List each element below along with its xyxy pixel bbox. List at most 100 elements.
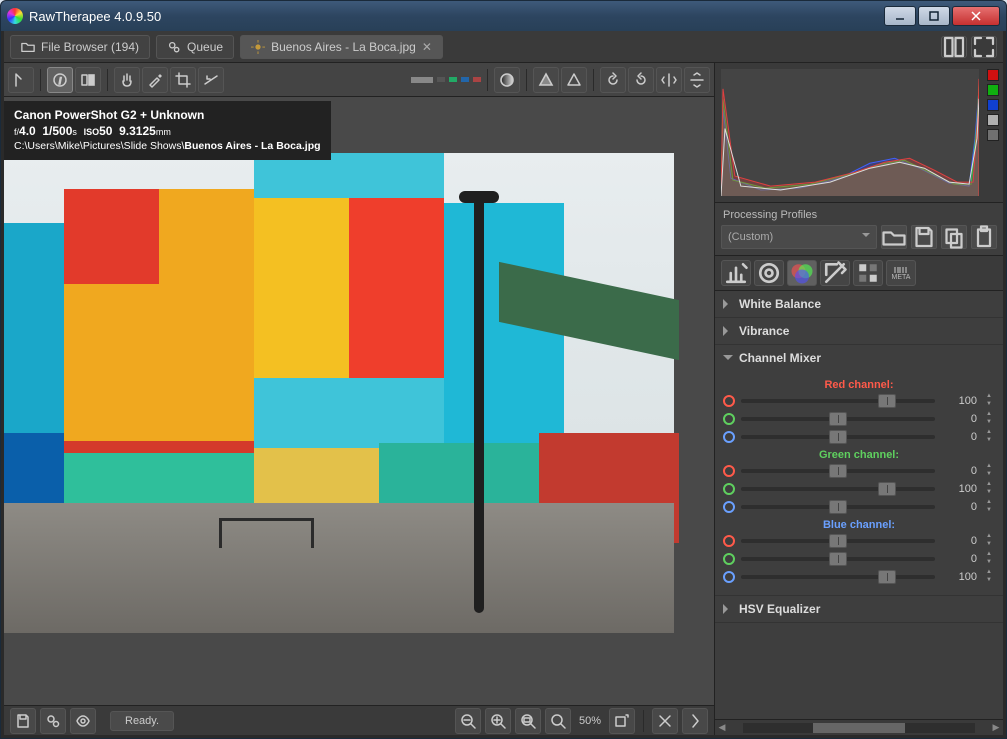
slider-green-g[interactable] [741,487,935,491]
histo-toggle-red[interactable] [987,69,999,81]
flip-h-button[interactable] [656,67,682,93]
panel-white-balance[interactable]: White Balance [715,291,1003,317]
scroll-left-icon[interactable]: ◀ [715,722,729,733]
stepper-blue-b[interactable]: ▲▼ [983,569,995,585]
picker-tool[interactable] [142,67,168,93]
titlebar[interactable]: RawTherapee 4.0.9.50 [1,1,1006,31]
background-picker[interactable] [411,77,481,83]
stepper-red-r[interactable]: ▲▼ [983,393,995,409]
slider-red-b[interactable] [741,435,935,439]
camera-model: Canon PowerShot G2 + Unknown [14,108,204,122]
profile-paste-button[interactable] [971,225,997,249]
reset-blue-b[interactable] [723,571,735,583]
slider-red-g[interactable] [741,417,935,421]
tab-detail[interactable] [754,260,784,286]
close-window-button[interactable] [952,6,1000,26]
histo-toggle-luma[interactable] [987,114,999,126]
tab-file-browser[interactable]: File Browser (194) [10,35,150,59]
main-tabbar: File Browser (194) Queue Buenos Aires - … [4,31,1003,63]
sun-icon [251,40,265,54]
info-button[interactable]: i [47,67,73,93]
tab-file-browser-label: File Browser (194) [41,40,139,54]
canvas-area[interactable]: Canon PowerShot G2 + Unknown f/4.0 1/500… [4,97,714,705]
highlight-clip-button[interactable] [561,67,587,93]
profile-select[interactable]: (Custom) [721,225,877,249]
straighten-tool[interactable] [198,67,224,93]
stepper-green-g[interactable]: ▲▼ [983,481,995,497]
toggle-right-panel-button[interactable] [682,708,708,734]
histo-toggle-blue[interactable] [987,99,999,111]
slider-red-r[interactable] [741,399,935,403]
value-red-g: 0 [941,413,977,425]
new-detail-button[interactable] [609,708,635,734]
shadow-clip-button[interactable] [533,67,559,93]
reset-red-b[interactable] [723,431,735,443]
tab-transform[interactable] [820,260,850,286]
value-red-b: 0 [941,431,977,443]
stepper-blue-r[interactable]: ▲▼ [983,533,995,549]
tab-image[interactable]: Buenos Aires - La Boca.jpg ✕ [240,35,443,59]
before-after-button[interactable] [75,67,101,93]
profile-load-button[interactable] [881,225,907,249]
histo-toggle-green[interactable] [987,84,999,96]
window-title: RawTherapee 4.0.9.50 [29,9,161,24]
value-blue-b: 100 [941,571,977,583]
reset-blue-r[interactable] [723,535,735,547]
maximize-button[interactable] [918,6,950,26]
rotate-left-button[interactable] [600,67,626,93]
stepper-red-b[interactable]: ▲▼ [983,429,995,445]
tab-exposure[interactable] [721,260,751,286]
save-button[interactable] [10,708,36,734]
crop-tool[interactable] [170,67,196,93]
reset-green-g[interactable] [723,483,735,495]
slider-blue-r[interactable] [741,539,935,543]
slider-blue-b[interactable] [741,575,935,579]
arrow-tool[interactable] [8,67,34,93]
profile-copy-button[interactable] [941,225,967,249]
external-editor-button[interactable] [70,708,96,734]
reset-green-b[interactable] [723,501,735,513]
zoom-100-button[interactable] [545,708,571,734]
panels-toggle-button[interactable] [941,36,967,58]
hand-tool[interactable] [114,67,140,93]
histo-toggle-raw[interactable] [987,129,999,141]
zoom-out-button[interactable] [455,708,481,734]
rotate-right-button[interactable] [628,67,654,93]
reset-red-r[interactable] [723,395,735,407]
toggle-left-panel-button[interactable] [652,708,678,734]
histogram[interactable] [715,63,1003,203]
tab-metadata[interactable]: META [886,260,916,286]
queue-add-button[interactable] [40,708,66,734]
tab-queue[interactable]: Queue [156,35,234,59]
flip-v-button[interactable] [684,67,710,93]
value-blue-r: 0 [941,535,977,547]
reset-blue-g[interactable] [723,553,735,565]
zoom-fit-button[interactable] [515,708,541,734]
stepper-blue-g[interactable]: ▲▼ [983,551,995,567]
slider-blue-g[interactable] [741,557,935,561]
slider-green-r[interactable] [741,469,935,473]
reset-green-r[interactable] [723,465,735,477]
tab-raw[interactable] [853,260,883,286]
tab-color[interactable] [787,260,817,286]
slider-green-b[interactable] [741,505,935,509]
image-preview[interactable] [4,153,674,633]
stepper-green-r[interactable]: ▲▼ [983,463,995,479]
aperture-value: 4.0 [19,124,36,138]
panel-channel-mixer[interactable]: Channel Mixer [715,345,1003,371]
tab-close-icon[interactable]: ✕ [422,40,432,54]
panel-vibrance[interactable]: Vibrance [715,318,1003,344]
zoom-in-button[interactable] [485,708,511,734]
tool-panels[interactable]: White Balance Vibrance Channel Mixer Red… [715,291,1003,719]
minimize-button[interactable] [884,6,916,26]
profile-save-button[interactable] [911,225,937,249]
reset-red-g[interactable] [723,413,735,425]
stepper-green-b[interactable]: ▲▼ [983,499,995,515]
scroll-right-icon[interactable]: ▶ [989,722,1003,733]
processing-profiles-heading: Processing Profiles [715,203,1003,225]
panel-hsv-equalizer[interactable]: HSV Equalizer [715,596,1003,622]
soft-proof-button[interactable] [494,67,520,93]
right-panel-scrollbar[interactable]: ◀ ▶ [715,719,1003,735]
stepper-red-g[interactable]: ▲▼ [983,411,995,427]
fullscreen-button[interactable] [971,36,997,58]
